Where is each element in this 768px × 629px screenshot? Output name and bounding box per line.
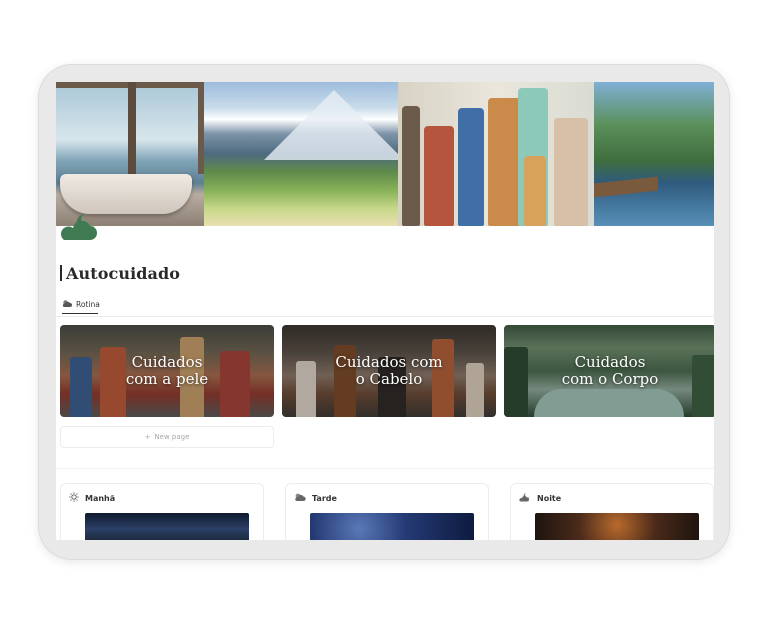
- routine-card-manha[interactable]: Manhã: [60, 483, 264, 540]
- routine-card-noite[interactable]: Noite: [510, 483, 714, 540]
- sun-behind-cloud-icon: [294, 492, 306, 504]
- cover-lake-scene: [594, 82, 714, 226]
- page-title[interactable]: Autocuidado: [60, 264, 180, 283]
- gallery-card-title: Cuidados com a pele: [125, 353, 209, 388]
- routine-image: [85, 513, 249, 540]
- routine-card-tarde[interactable]: Tarde: [285, 483, 489, 540]
- gallery-card-corpo[interactable]: Cuidados com o Corpo: [504, 325, 714, 417]
- cloud-moon-icon: [519, 492, 531, 504]
- cover-bathtub-scene: [56, 82, 204, 226]
- routine-image: [535, 513, 699, 540]
- new-page-label: New page: [154, 433, 190, 441]
- plus-icon: +: [144, 433, 151, 441]
- view-tab-label: Rotina: [76, 300, 100, 309]
- gallery-card-title: Cuidados com o Cabelo: [335, 353, 443, 388]
- sun-behind-cloud-icon: [62, 299, 72, 310]
- routine-image: [310, 513, 474, 540]
- sun-icon: [69, 492, 79, 504]
- page-title-text: Autocuidado: [66, 264, 181, 283]
- routine-label: Manhã: [85, 493, 116, 503]
- view-tab-rotina[interactable]: Rotina: [62, 299, 100, 314]
- new-page-button[interactable]: + New page: [60, 426, 274, 448]
- title-accent-bar: [60, 265, 62, 281]
- divider: [56, 468, 714, 469]
- gallery-card-title: Cuidados com o Corpo: [561, 353, 659, 388]
- routine-label: Tarde: [312, 493, 337, 503]
- gallery-card-cabelo[interactable]: Cuidados com o Cabelo: [282, 325, 496, 417]
- cloud-moon-icon[interactable]: [58, 210, 102, 244]
- cover-mountain-scene: [204, 82, 398, 226]
- active-tab-underline: [62, 313, 98, 314]
- routine-label: Noite: [537, 493, 562, 503]
- gallery-card-pele[interactable]: Cuidados com a pele: [60, 325, 274, 417]
- cover-image: [56, 82, 714, 226]
- notion-page: Autocuidado Rotina Cuidados com a pele C…: [56, 82, 714, 540]
- divider: [56, 316, 714, 317]
- cover-skincare-bottles: [398, 82, 594, 226]
